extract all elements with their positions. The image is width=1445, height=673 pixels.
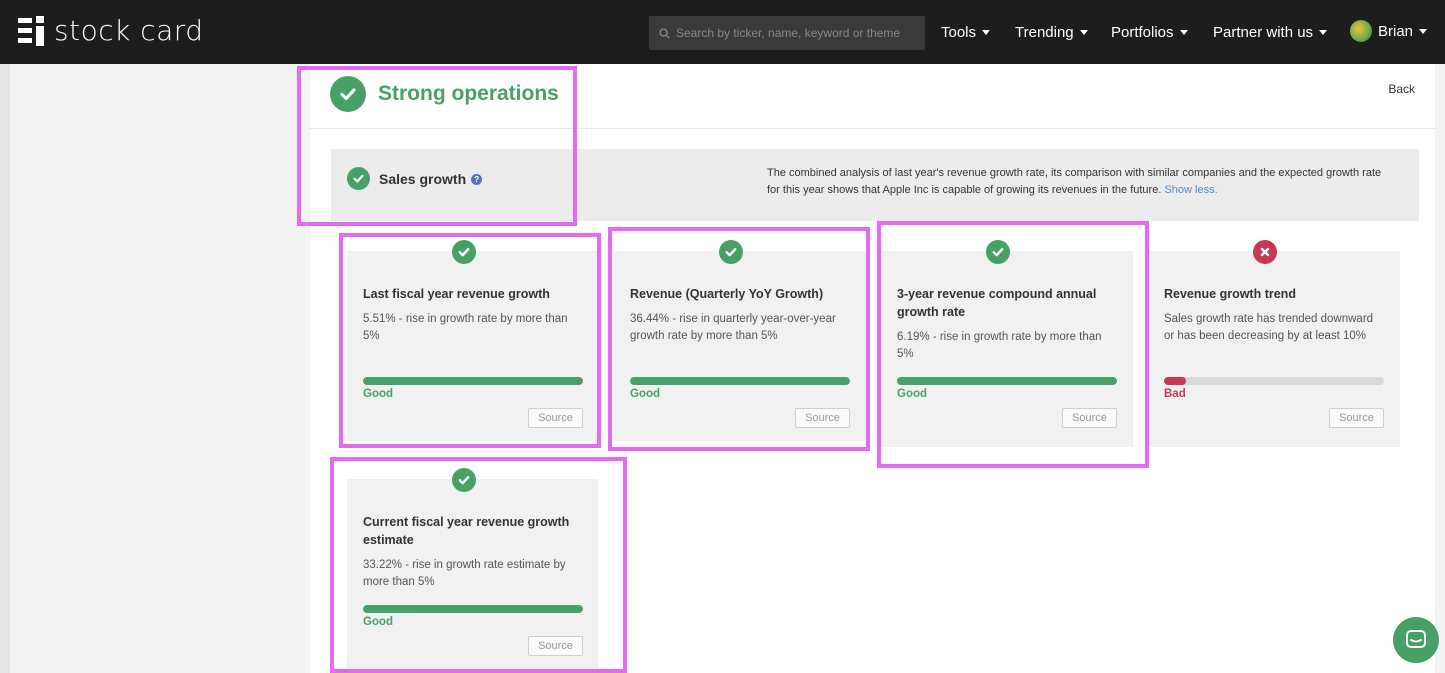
check-circle-icon (347, 167, 370, 190)
check-circle-icon (986, 240, 1010, 264)
nav-partner[interactable]: Partner with us (1213, 24, 1328, 41)
criteria-card: Last fiscal year revenue growth 5.51% - r… (347, 251, 599, 441)
score-bar (363, 605, 583, 613)
logo-icon (18, 15, 48, 46)
caret-down-icon (1319, 30, 1328, 35)
chat-button[interactable] (1393, 617, 1439, 663)
card-description: 33.22% - rise in growth rate estimate by… (363, 559, 566, 588)
caret-down-icon (1079, 30, 1088, 35)
check-circle-icon (452, 240, 476, 264)
card-description: 6.19% - rise in growth rate by more than… (897, 331, 1102, 360)
divider (310, 128, 1435, 129)
nav-trending[interactable]: Trending (1015, 24, 1088, 41)
card-title: Revenue (Quarterly YoY Growth) (630, 287, 824, 301)
card-description: 36.44% - rise in quarterly year-over-yea… (630, 313, 836, 342)
verdict-label: Good (897, 388, 928, 400)
source-button[interactable]: Source (528, 408, 583, 428)
back-link[interactable]: Back (1388, 82, 1415, 96)
score-bar-fill (363, 605, 583, 613)
user-name: Brian (1378, 22, 1414, 40)
check-circle-icon (330, 76, 366, 112)
brand-name: stock card (54, 14, 204, 47)
caret-down-icon (982, 30, 991, 35)
brand-logo[interactable]: stock card (18, 14, 204, 47)
score-bar (363, 377, 583, 385)
section-header: Strong operations (330, 76, 559, 112)
verdict-label: Bad (1164, 388, 1186, 400)
source-button[interactable]: Source (1062, 408, 1117, 428)
source-button[interactable]: Source (1329, 408, 1384, 428)
user-menu[interactable]: Brian (1350, 20, 1428, 42)
source-button[interactable]: Source (795, 408, 850, 428)
nav-tools[interactable]: Tools (941, 24, 991, 41)
x-circle-icon (1253, 240, 1277, 264)
card-title: Revenue growth trend (1164, 287, 1296, 301)
show-less-link[interactable]: Show less. (1164, 184, 1217, 196)
avatar (1350, 20, 1372, 42)
score-bar-fill (897, 377, 1117, 385)
verdict-label: Good (630, 388, 661, 400)
caret-down-icon (1419, 28, 1428, 34)
chat-icon (1406, 630, 1426, 648)
panel-title: Sales growth ? (379, 171, 483, 187)
caret-down-icon (1179, 30, 1188, 35)
score-bar (630, 377, 850, 385)
criteria-card: Current fiscal year revenue growth estim… (347, 479, 598, 673)
nav-portfolios[interactable]: Portfolios (1111, 24, 1188, 41)
check-circle-icon (719, 240, 743, 264)
search-input[interactable] (676, 26, 916, 40)
criteria-card: 3-year revenue compound annual growth ra… (881, 251, 1133, 447)
verdict-label: Good (363, 616, 394, 628)
nav-portfolios-label: Portfolios (1111, 24, 1174, 41)
verdict-label: Good (363, 388, 394, 400)
card-title: Last fiscal year revenue growth (363, 287, 550, 301)
search-icon (659, 27, 670, 39)
check-circle-icon (452, 468, 476, 492)
criteria-card: Revenue growth trend Sales growth rate ha… (1148, 251, 1400, 447)
nav-tools-label: Tools (941, 24, 977, 41)
search-box[interactable] (649, 16, 925, 50)
sales-growth-panel: Sales growth ? The combined analysis of … (331, 149, 1419, 221)
card-title: Current fiscal year revenue growth estim… (363, 515, 570, 547)
nav-trending-label: Trending (1015, 24, 1074, 41)
score-bar (1164, 377, 1384, 385)
source-button[interactable]: Source (528, 636, 583, 656)
score-bar-fill (363, 377, 583, 385)
panel-title-text: Sales growth (379, 171, 467, 187)
panel-description-text: The combined analysis of last year's rev… (767, 167, 1382, 196)
score-bar-fill (1164, 377, 1186, 385)
page-gutter (0, 64, 10, 673)
score-bar (897, 377, 1117, 385)
card-description: 5.51% - rise in growth rate by more than… (363, 313, 568, 342)
score-bar-fill (630, 377, 850, 385)
nav-partner-label: Partner with us (1213, 24, 1314, 41)
top-navbar: stock card Tools Trending Portfolios Par… (0, 0, 1445, 64)
section-title: Strong operations (378, 82, 559, 105)
card-title: 3-year revenue compound annual growth ra… (897, 287, 1097, 319)
criteria-card: Revenue (Quarterly YoY Growth) 36.44% - r… (614, 251, 866, 441)
card-description: Sales growth rate has trended downward o… (1164, 313, 1374, 342)
panel-description: The combined analysis of last year's rev… (767, 165, 1387, 199)
info-icon[interactable]: ? (471, 173, 483, 185)
